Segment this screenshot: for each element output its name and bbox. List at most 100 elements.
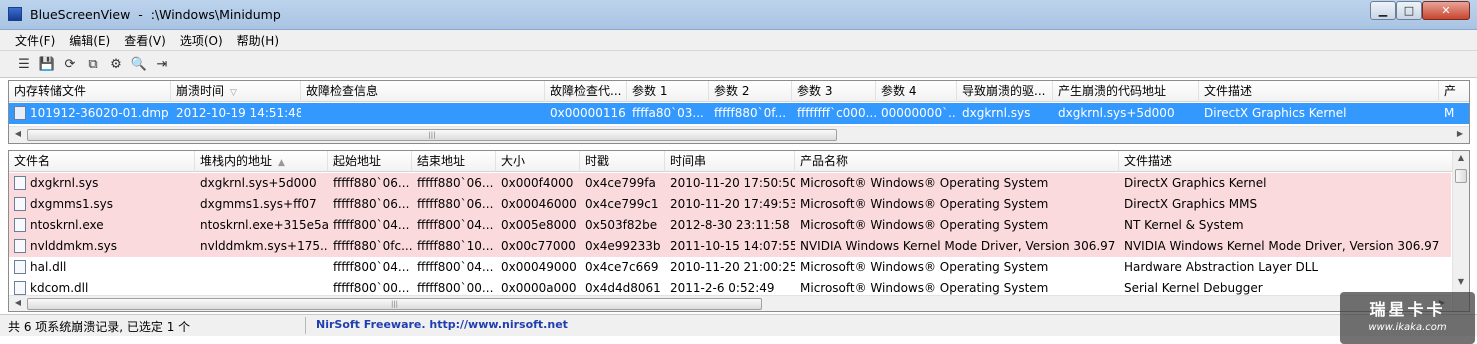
driver-filename: hal.dll	[30, 260, 67, 274]
to-address: fffff880`06...	[417, 197, 494, 211]
watermark-title: 瑞星卡卡	[1369, 300, 1446, 319]
title-bar: BlueScreenView - :\Windows\Minidump ▁ □ …	[0, 0, 1477, 30]
scroll-up-icon[interactable]: ▲	[1455, 153, 1467, 167]
find-button[interactable]: 🔍	[129, 54, 149, 74]
column-header-file-description[interactable]: 文件描述	[1119, 151, 1453, 172]
driver-timestamp: 0x4ce799c1	[585, 197, 659, 211]
driver-list-vertical-scrollbar[interactable]: ▲ ▼	[1452, 151, 1469, 311]
toolbar: ☰ 💾 ⟳ ⧉ ⚙ 🔍 ⇥	[0, 50, 1477, 78]
refresh-icon: ⟳	[64, 56, 76, 72]
parameter-1: ffffa80`03...	[632, 106, 704, 120]
stack-address: ntoskrnl.exe+315e5a	[200, 218, 328, 232]
column-header-crash-time[interactable]: 崩溃时间 ▽	[171, 81, 301, 102]
find-icon: 🔍	[130, 56, 148, 72]
advanced-options-button[interactable]: ⚙	[106, 54, 126, 74]
driver-filename: nvlddmkm.sys	[30, 239, 118, 253]
parameter-2: fffff880`0f...	[714, 106, 787, 120]
driver-filename: dxgkrnl.sys	[30, 176, 99, 190]
column-header-file-description[interactable]: 文件描述	[1199, 81, 1439, 102]
driver-file-icon	[14, 218, 26, 232]
caused-by-address: dxgkrnl.sys+5d000	[1058, 106, 1175, 120]
properties-icon: ☰	[18, 56, 30, 72]
column-header-caused-by-address[interactable]: 产生崩溃的代码地址	[1053, 81, 1199, 102]
column-header-param4[interactable]: 参数 4	[876, 81, 957, 102]
driver-size: 0x005e8000	[501, 218, 577, 232]
driver-file-description: DirectX Graphics MMS	[1124, 197, 1258, 211]
driver-product-name: Microsoft® Windows® Operating System	[800, 260, 1049, 274]
menu-bar: 文件(F) 编辑(E) 查看(V) 选项(O) 帮助(H)	[0, 30, 1477, 50]
minimize-button[interactable]: ▁	[1370, 1, 1396, 20]
scroll-left-icon[interactable]: ◀	[10, 129, 26, 141]
driver-list-header: 文件名 堆栈内的地址 ▲ 起始地址 结束地址 大小 时戳 时间串 产品名称 文件描…	[9, 151, 1469, 172]
properties-button[interactable]: ☰	[14, 54, 34, 74]
bluescreenview-app-icon	[8, 7, 22, 21]
crash-time: 2012-10-19 14:51:48	[176, 106, 301, 120]
column-header-product[interactable]: 产	[1439, 81, 1469, 102]
dump-file-icon	[14, 106, 26, 120]
driver-time-string: 2011-10-15 14:07:55	[670, 239, 795, 253]
close-button[interactable]: ✕	[1422, 1, 1470, 20]
driver-size: 0x00049000	[501, 260, 577, 274]
driver-list-horizontal-scrollbar[interactable]: ◀ ||| ▶	[9, 295, 1451, 311]
nirsoft-link[interactable]: NirSoft Freeware. http://www.nirsoft.net	[316, 318, 568, 331]
driver-product-name: NVIDIA Windows Kernel Mode Driver, Versi…	[800, 239, 1116, 253]
column-header-stack-address[interactable]: 堆栈内的地址 ▲	[195, 151, 328, 172]
driver-filename: kdcom.dll	[30, 281, 89, 295]
driver-timestamp: 0x4ce799fa	[585, 176, 656, 190]
exit-button[interactable]: ⇥	[152, 54, 172, 74]
close-icon: ✕	[1441, 4, 1451, 17]
crash-list-horizontal-scrollbar[interactable]: ◀ ||| ▶	[9, 126, 1469, 143]
crash-list-pane: 内存转储文件 崩溃时间 ▽ 故障检查信息 故障检查代... 参数 1 参数 2 参…	[8, 80, 1470, 144]
driver-time-string: 2012-8-30 23:11:58	[670, 218, 790, 232]
maximize-button[interactable]: □	[1396, 1, 1422, 20]
menu-file[interactable]: 文件(F)	[8, 32, 62, 49]
driver-row[interactable]: dxgkrnl.sys dxgkrnl.sys+5d000 fffff880`0…	[9, 173, 1451, 194]
scroll-left-icon[interactable]: ◀	[10, 298, 26, 310]
bug-check-code: 0x00000116	[550, 106, 626, 120]
menu-view[interactable]: 查看(V)	[117, 32, 173, 49]
to-address: fffff800`04...	[417, 218, 494, 232]
column-header-param1[interactable]: 参数 1	[627, 81, 709, 102]
column-header-bug-check-string[interactable]: 故障检查信息	[301, 81, 545, 102]
driver-row[interactable]: ntoskrnl.exe ntoskrnl.exe+315e5a fffff80…	[9, 215, 1451, 236]
column-header-caused-by-driver[interactable]: 导致崩溃的驱...	[957, 81, 1053, 102]
parameter-4: 00000000`...	[881, 106, 957, 120]
crash-row[interactable]: 101912-36020-01.dmp 2012-10-19 14:51:48 …	[9, 103, 1469, 124]
column-header-param2[interactable]: 参数 2	[709, 81, 792, 102]
scroll-down-icon[interactable]: ▼	[1455, 277, 1467, 291]
driver-row[interactable]: nvlddmkm.sys nvlddmkm.sys+175... fffff88…	[9, 236, 1451, 257]
column-header-bug-check-code[interactable]: 故障检查代...	[545, 81, 627, 102]
column-header-param3[interactable]: 参数 3	[792, 81, 876, 102]
driver-row[interactable]: dxgmms1.sys dxgmms1.sys+ff07 fffff880`06…	[9, 194, 1451, 215]
scroll-right-icon[interactable]: ▶	[1452, 129, 1468, 141]
column-header-filename[interactable]: 文件名	[9, 151, 195, 172]
column-header-size[interactable]: 大小	[496, 151, 580, 172]
driver-product-name: Microsoft® Windows® Operating System	[800, 176, 1049, 190]
stack-address: nvlddmkm.sys+175...	[200, 239, 328, 253]
menu-edit[interactable]: 编辑(E)	[62, 32, 117, 49]
from-address: fffff880`06...	[333, 176, 410, 190]
driver-filename: dxgmms1.sys	[30, 197, 114, 211]
crash-list-header: 内存转储文件 崩溃时间 ▽ 故障检查信息 故障检查代... 参数 1 参数 2 参…	[9, 81, 1469, 102]
column-header-product-name[interactable]: 产品名称	[795, 151, 1119, 172]
to-address: fffff880`06...	[417, 176, 494, 190]
product-name: M	[1444, 106, 1455, 120]
driver-row[interactable]: hal.dll fffff800`04... fffff800`04... 0x…	[9, 257, 1451, 278]
menu-help[interactable]: 帮助(H)	[230, 32, 286, 49]
column-header-to-address[interactable]: 结束地址	[412, 151, 496, 172]
save-button[interactable]: 💾	[37, 54, 57, 74]
column-header-from-address[interactable]: 起始地址	[328, 151, 412, 172]
menu-options[interactable]: 选项(O)	[173, 32, 230, 49]
column-header-timestamp[interactable]: 时戳	[580, 151, 665, 172]
dump-file-name: 101912-36020-01.dmp	[30, 106, 169, 120]
save-icon: 💾	[38, 56, 56, 72]
copy-button[interactable]: ⧉	[83, 54, 103, 74]
refresh-button[interactable]: ⟳	[60, 54, 80, 74]
exit-icon: ⇥	[156, 56, 168, 72]
scrollbar-thumb[interactable]	[1455, 169, 1467, 183]
scrollbar-thumb[interactable]: |||	[27, 129, 837, 141]
scrollbar-thumb[interactable]: |||	[27, 298, 762, 310]
column-header-time-string[interactable]: 时间串	[665, 151, 795, 172]
column-header-dump-file[interactable]: 内存转储文件	[9, 81, 171, 102]
driver-file-icon	[14, 176, 26, 190]
